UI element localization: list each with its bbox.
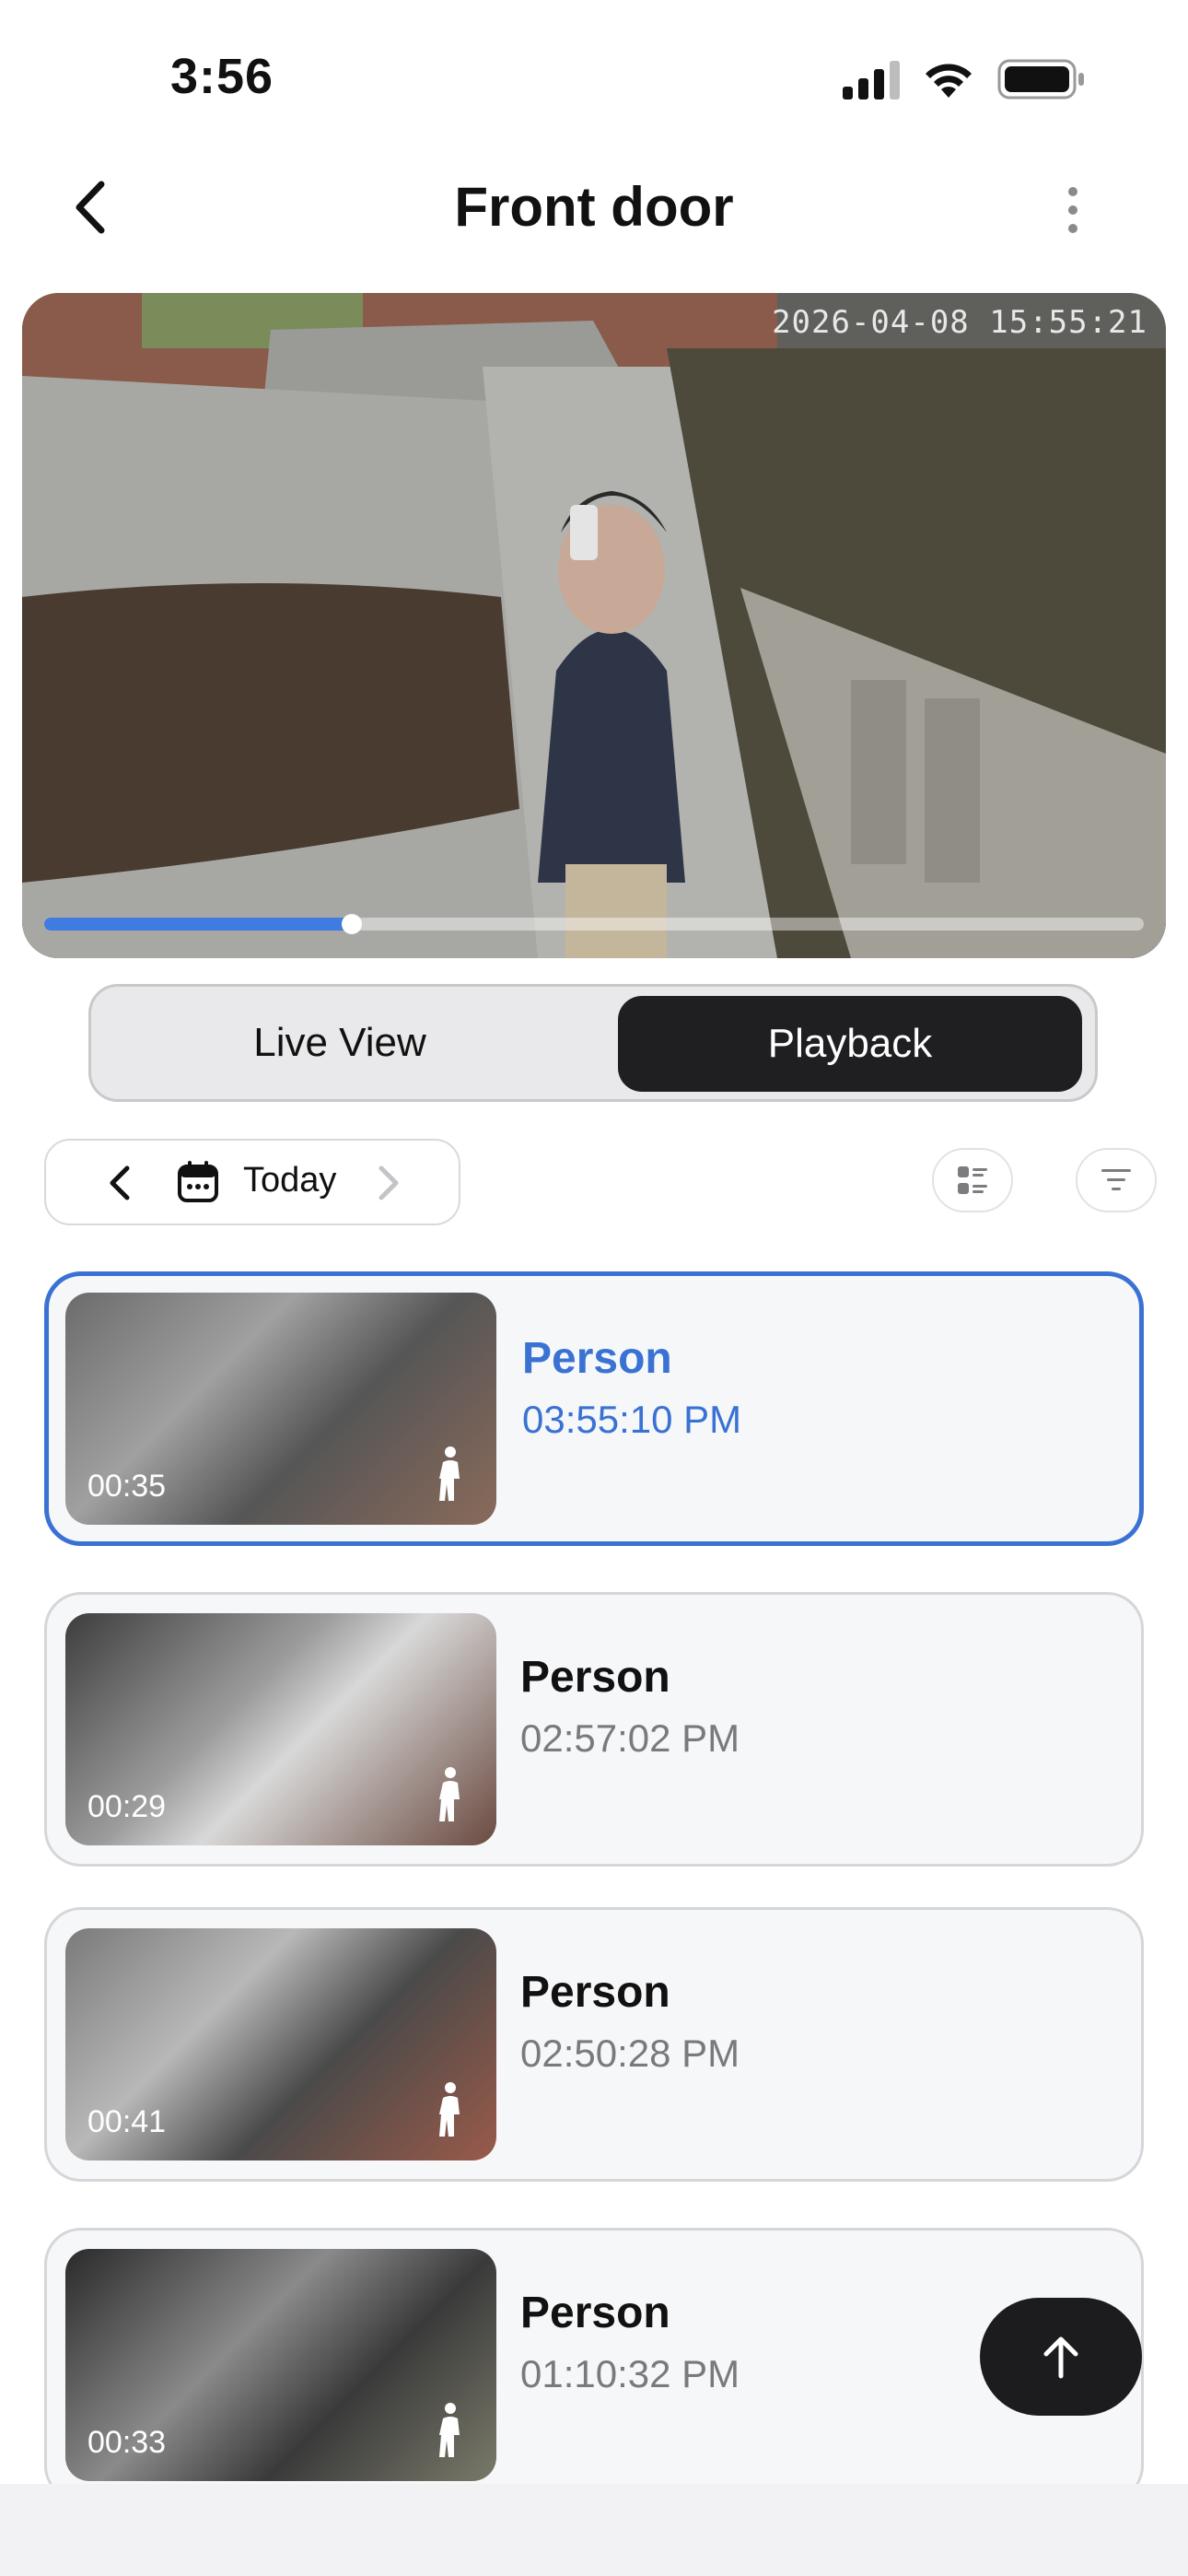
event-time: 02:50:28 PM [520, 2032, 740, 2075]
event-duration: 00:29 [87, 1789, 167, 1824]
person-walking-icon [439, 1446, 460, 1501]
event-type: Person [522, 1334, 672, 1383]
event-type: Person [520, 2289, 670, 2337]
person-walking-icon [439, 1767, 460, 1821]
filter-icon [1101, 1169, 1131, 1190]
tab-playback[interactable]: Playback [618, 996, 1082, 1092]
list-view-icon [958, 1166, 987, 1194]
event-thumbnail: 00:35 [65, 1293, 496, 1525]
view-mode-segmented-control: Live View Playback [88, 984, 1098, 1102]
filter-button[interactable] [1076, 1148, 1157, 1212]
event-duration: 00:41 [87, 2104, 167, 2139]
camera-scene [22, 293, 1166, 958]
event-card[interactable]: 00:41 Person 02:50:28 PM [44, 1907, 1144, 2182]
event-time: 02:57:02 PM [520, 1716, 740, 1760]
video-player[interactable]: 2026-04-08 15:55:21 [22, 293, 1166, 958]
event-type: Person [520, 1653, 670, 1702]
bottom-area [0, 2484, 1188, 2576]
event-duration: 00:35 [87, 1469, 167, 1504]
video-timestamp: 2026-04-08 15:55:21 [772, 304, 1147, 341]
person-walking-icon [439, 2403, 460, 2457]
person-walking-icon [439, 2082, 460, 2137]
event-thumbnail: 00:33 [65, 2249, 496, 2481]
page-title: Front door [454, 176, 734, 238]
event-card[interactable]: 00:35 Person 03:55:10 PM [44, 1271, 1144, 1546]
status-bar: 3:56 [0, 0, 1188, 157]
signal-icon [843, 61, 900, 100]
event-type: Person [520, 1968, 670, 2017]
date-label: Today [243, 1161, 337, 1200]
event-card[interactable]: 00:33 Person 01:10:32 PM [44, 2228, 1144, 2502]
more-icon[interactable] [1050, 182, 1096, 238]
date-selector: Today [44, 1139, 460, 1225]
status-time: 3:56 [170, 49, 274, 104]
calendar-icon [178, 1161, 218, 1202]
list-view-button[interactable] [932, 1148, 1013, 1212]
event-duration: 00:33 [87, 2425, 167, 2460]
date-prev-chevron-icon[interactable] [101, 1163, 138, 1203]
date-next-chevron-icon[interactable] [370, 1163, 407, 1203]
progress-fill [44, 918, 353, 931]
playback-progress-bar[interactable] [44, 914, 1144, 934]
scroll-to-top-button[interactable] [980, 2298, 1142, 2416]
tab-live-view[interactable]: Live View [91, 987, 588, 1099]
event-time: 03:55:10 PM [522, 1398, 742, 1441]
event-thumbnail: 00:41 [65, 1928, 496, 2160]
wifi-icon [926, 64, 972, 98]
arrow-up-icon [1043, 2336, 1078, 2379]
event-time: 01:10:32 PM [520, 2352, 740, 2395]
event-thumbnail: 00:29 [65, 1613, 496, 1845]
event-card[interactable]: 00:29 Person 02:57:02 PM [44, 1592, 1144, 1867]
battery-icon [997, 59, 1084, 100]
